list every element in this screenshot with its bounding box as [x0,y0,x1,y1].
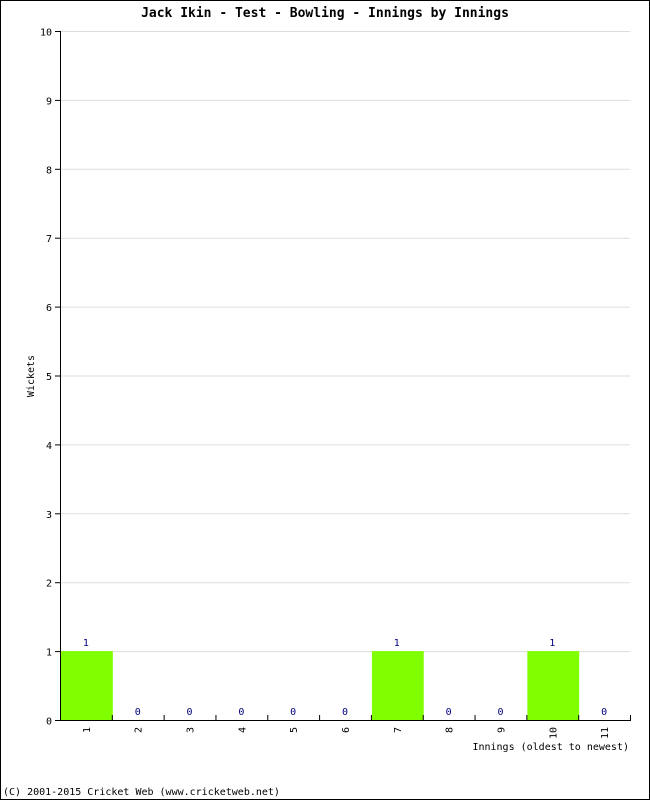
data-label: 0 [187,707,193,718]
y-tick-label: 2 [46,579,52,590]
data-label: 1 [394,638,400,649]
y-tick-label: 4 [46,441,52,452]
x-tick-label: 6 [341,727,352,733]
data-label: 0 [497,707,503,718]
y-tick-label: 6 [46,303,52,314]
y-tick-label: 3 [46,510,52,521]
x-tick-label: 5 [289,727,300,733]
x-tick-label: 10 [548,727,559,739]
data-label: 0 [342,707,348,718]
y-tick-label: 0 [46,717,52,728]
y-tick-label: 9 [46,96,52,107]
copyright-footer: (C) 2001-2015 Cricket Web (www.cricketwe… [3,787,280,798]
y-axis-ticks: 0 1 2 3 4 5 6 7 8 9 10 [40,28,60,728]
bar [371,651,424,720]
bar [527,651,580,720]
data-label: 0 [601,707,607,718]
y-tick-label: 10 [40,28,52,39]
x-tick-label: 4 [237,727,248,733]
x-tick-label: 3 [186,727,197,733]
y-tick-label: 7 [46,234,52,245]
data-label: 0 [290,707,296,718]
y-axis-label: Wickets [26,355,37,397]
x-tick-label: 11 [600,727,611,739]
gridlines [60,31,630,653]
bar-chart: Jack Ikin - Test - Bowling - Innings by … [3,6,631,798]
data-label: 1 [549,638,555,649]
y-tick-label: 8 [46,165,52,176]
bar [61,651,113,720]
x-axis-label: Innings (oldest to newest) [472,742,629,753]
data-label: 0 [238,707,244,718]
y-tick-label: 5 [46,372,52,383]
x-tick-label: 8 [445,727,456,733]
data-label: 1 [83,638,89,649]
x-tick-label: 9 [496,727,507,733]
x-tick-label: 2 [134,727,145,733]
x-tick-label: 1 [82,727,93,733]
chart-title: Jack Ikin - Test - Bowling - Innings by … [141,6,509,21]
data-label: 0 [135,707,141,718]
x-tick-label: 7 [393,727,404,733]
data-label: 0 [446,707,452,718]
y-tick-label: 1 [46,648,52,659]
